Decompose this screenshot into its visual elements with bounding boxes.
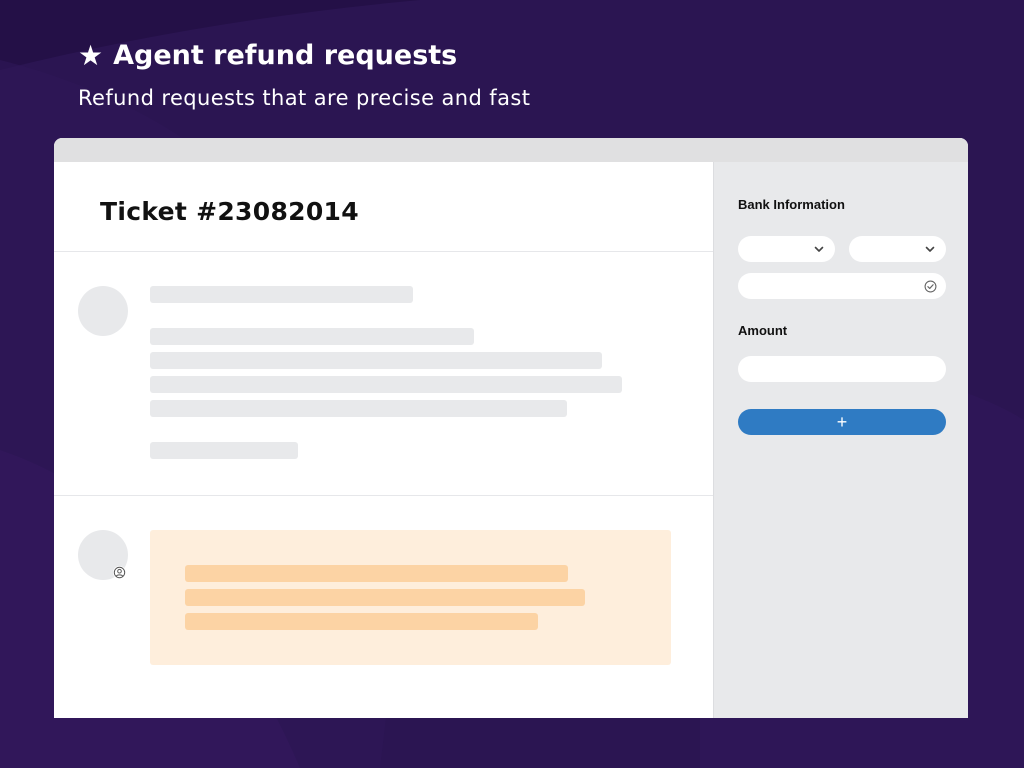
- hero-subtitle: Refund requests that are precise and fas…: [78, 86, 531, 110]
- bank-account-input[interactable]: [738, 273, 946, 299]
- message-agent-note: [54, 496, 713, 718]
- bank-select-2[interactable]: [849, 236, 946, 262]
- note-line: [185, 613, 538, 630]
- amount-label: Amount: [738, 323, 788, 338]
- plus-icon: +: [836, 411, 848, 432]
- ticket-title: Ticket #23082014: [100, 197, 359, 226]
- bank-information-label: Bank Information: [738, 197, 845, 212]
- internal-note: [150, 530, 671, 665]
- check-circle-icon: [924, 280, 937, 293]
- message-customer: [54, 252, 713, 496]
- bank-select-1[interactable]: [738, 236, 835, 262]
- add-refund-button[interactable]: +: [738, 409, 946, 435]
- skeleton-line: [150, 352, 602, 369]
- avatar: [78, 286, 128, 336]
- note-line: [185, 589, 585, 606]
- hero-title-text: Agent refund requests: [113, 40, 458, 71]
- hero: ★ Agent refund requests Refund requests …: [78, 38, 530, 110]
- hero-title: ★ Agent refund requests: [78, 38, 530, 74]
- user-circle-icon: [113, 566, 126, 579]
- note-line: [185, 565, 568, 582]
- chevron-down-icon: [925, 246, 935, 252]
- amount-input[interactable]: [738, 356, 946, 382]
- ticket-panel: Ticket #23082014: [54, 162, 713, 718]
- ticket-header: Ticket #23082014: [54, 162, 713, 252]
- skeleton-line: [150, 376, 622, 393]
- star-icon: ★: [78, 39, 104, 72]
- window-titlebar: [54, 138, 968, 162]
- refund-sidebar: Bank Information Amount +: [713, 162, 968, 718]
- skeleton-line: [150, 400, 567, 417]
- skeleton-line: [150, 286, 413, 303]
- skeleton-line: [150, 328, 474, 345]
- app-window: Ticket #23082014 Bank Information Amount…: [54, 138, 968, 718]
- chevron-down-icon: [814, 246, 824, 252]
- skeleton-line: [150, 442, 298, 459]
